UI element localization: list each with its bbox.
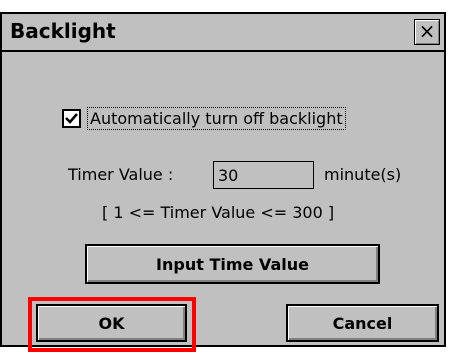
input-time-value-button[interactable]: Input Time Value	[85, 244, 380, 284]
close-button[interactable]: ×	[414, 19, 440, 45]
close-icon: ×	[418, 19, 436, 43]
timer-value-input[interactable]	[213, 161, 314, 189]
checkmark-icon	[65, 112, 78, 124]
auto-off-checkbox-row[interactable]: Automatically turn off backlight	[62, 105, 346, 131]
timer-range-text: [ 1 <= Timer Value <= 300 ]	[102, 203, 335, 222]
cancel-button[interactable]: Cancel	[286, 304, 439, 342]
title-bar: Backlight ×	[2, 14, 444, 50]
backlight-dialog: Backlight × Automatically turn off backl…	[0, 12, 446, 352]
title-divider	[2, 50, 444, 52]
dialog-title: Backlight	[10, 19, 116, 43]
ok-button[interactable]: OK	[36, 304, 187, 342]
timer-unit-label: minute(s)	[324, 165, 402, 184]
auto-off-checkbox[interactable]	[62, 108, 81, 128]
timer-value-label: Timer Value :	[68, 165, 174, 184]
auto-off-checkbox-label: Automatically turn off backlight	[87, 106, 346, 130]
